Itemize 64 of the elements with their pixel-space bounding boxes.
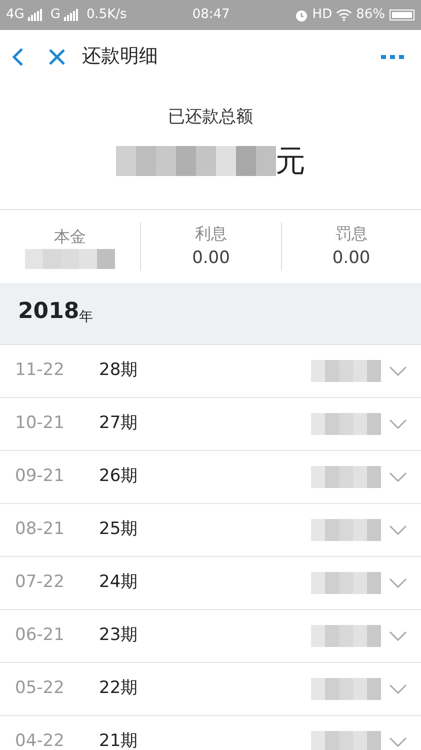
row-period: 21期 <box>99 730 138 750</box>
battery-text: 86% <box>356 6 385 24</box>
redaction-mosaic <box>311 519 381 541</box>
row-date: 08-21 <box>15 518 66 542</box>
summary-title: 已还款总额 <box>168 106 253 129</box>
page-title: 还款明细 <box>82 44 158 70</box>
stat-value: 0.00 <box>192 246 230 270</box>
chevron-down-icon <box>389 684 407 694</box>
period-row[interactable]: 11-22 28期 <box>0 345 421 398</box>
row-period: 28期 <box>99 359 138 382</box>
period-row[interactable]: 06-21 23期 <box>0 610 421 663</box>
stat-label: 罚息 <box>335 222 368 245</box>
stat-value: 0.00 <box>332 246 370 270</box>
signal-icon <box>64 9 78 21</box>
battery-icon <box>389 9 415 21</box>
period-row[interactable]: 05-22 22期 <box>0 663 421 716</box>
redaction-mosaic <box>311 466 381 488</box>
period-row[interactable]: 04-22 21期 <box>0 716 421 750</box>
row-date: 09-21 <box>15 465 66 488</box>
chevron-down-icon <box>389 419 407 429</box>
chevron-down-icon <box>389 578 407 588</box>
time-text: 08:47 <box>192 6 230 24</box>
wifi-icon <box>336 9 352 21</box>
chevron-down-icon <box>389 525 407 535</box>
row-period: 24期 <box>99 571 138 594</box>
chevron-down-icon <box>389 472 407 482</box>
redaction-mosaic <box>311 678 381 700</box>
speed-text: 0.5K/s <box>86 6 127 24</box>
network-label: G <box>50 6 60 24</box>
hd-label: HD <box>312 6 332 24</box>
row-period: 22期 <box>99 677 138 700</box>
redaction-mosaic <box>311 360 381 382</box>
currency-text: 元 <box>276 142 306 180</box>
network-label: 4G <box>6 6 24 24</box>
row-date: 11-22 <box>15 359 66 382</box>
row-period: 26期 <box>99 465 138 488</box>
year-unit: 年 <box>79 308 94 327</box>
row-period: 27期 <box>99 412 138 436</box>
alarm-icon <box>295 8 308 22</box>
back-icon <box>12 47 24 68</box>
chevron-down-icon <box>389 737 407 747</box>
row-period: 23期 <box>99 624 138 648</box>
period-row[interactable]: 07-22 24期 <box>0 557 421 610</box>
stat-label: 本金 <box>54 226 86 248</box>
more-icon <box>381 54 405 60</box>
row-date: 07-22 <box>15 571 66 594</box>
stat-label: 利息 <box>194 222 227 245</box>
row-period: 25期 <box>99 518 138 542</box>
redaction-mosaic <box>311 413 381 435</box>
period-row[interactable]: 09-21 26期 <box>0 451 421 504</box>
close-icon <box>48 48 66 66</box>
signal-icon <box>28 9 42 21</box>
chevron-down-icon <box>389 366 407 376</box>
year-text: 2018 <box>18 298 80 326</box>
row-date: 10-21 <box>15 412 66 436</box>
redaction-mosaic <box>311 572 381 594</box>
row-date: 06-21 <box>15 624 66 648</box>
period-row[interactable]: 08-21 25期 <box>0 504 421 557</box>
redaction-mosaic <box>311 625 381 647</box>
row-date: 04-22 <box>15 730 66 750</box>
redaction-mosaic <box>311 731 381 750</box>
chevron-down-icon <box>389 631 407 641</box>
row-date: 05-22 <box>15 677 66 700</box>
period-row[interactable]: 10-21 27期 <box>0 398 421 451</box>
